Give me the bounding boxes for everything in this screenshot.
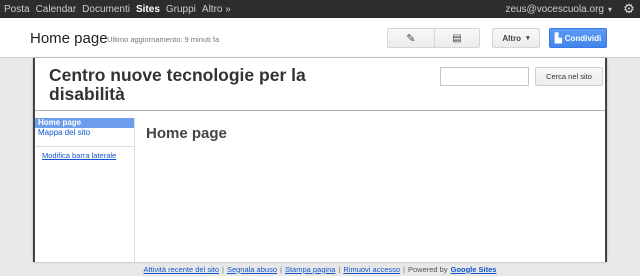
print-page-link[interactable]: Stampa pagina (285, 265, 335, 274)
gear-icon[interactable]: ⚙ (620, 0, 638, 18)
site-search-button[interactable]: Cerca nel sito (535, 67, 603, 86)
remove-access-link[interactable]: Rimuovi accesso (343, 265, 400, 274)
nav-sites[interactable]: Sites (136, 4, 160, 15)
google-bar: Posta Calendar Documenti Sites Gruppi Al… (0, 0, 640, 18)
recent-activity-link[interactable]: Attività recente del sito (144, 265, 219, 274)
sidebar-item-site-map[interactable]: Mappa del sito (35, 128, 134, 138)
user-menu-caret-icon[interactable]: ▾ (608, 5, 612, 14)
more-actions-button[interactable]: Altro ▾ (492, 28, 540, 48)
edit-page-button[interactable]: ✎ (387, 28, 435, 48)
nav-documenti[interactable]: Documenti (82, 4, 130, 15)
share-button[interactable]: ▙ Condividi (549, 28, 607, 48)
edit-sidebar-link[interactable]: Modifica barra laterale (35, 151, 134, 160)
new-page-button[interactable]: ▤ (435, 28, 480, 48)
nav-posta[interactable]: Posta (4, 4, 30, 15)
nav-altro[interactable]: Altro » (202, 4, 231, 15)
site-title[interactable]: Centro nuove tecnologie per la disabilit… (49, 66, 349, 104)
share-icon: ▙ (554, 32, 562, 43)
report-abuse-link[interactable]: Segnala abuso (227, 265, 277, 274)
chevron-down-icon: ▾ (526, 35, 530, 42)
footer: Attività recente del sito | Segnala abus… (143, 264, 497, 274)
sidebar: Home page Mappa del sito Modifica barra … (35, 118, 135, 262)
sidebar-divider (35, 146, 134, 147)
more-actions-label: Altro (502, 33, 522, 43)
last-updated-text: Ultimo aggiornamento: 9 minuti fa (107, 35, 220, 44)
header-divider (35, 110, 605, 111)
share-label: Condividi (564, 33, 602, 43)
content-heading: Home page (146, 125, 227, 142)
nav-calendar[interactable]: Calendar (36, 4, 77, 15)
pencil-icon: ✎ (406, 32, 416, 45)
sites-toolbar: Home page Ultimo aggiornamento: 9 minuti… (0, 18, 640, 58)
google-bar-nav: Posta Calendar Documenti Sites Gruppi Al… (0, 4, 237, 15)
page-title: Home page (30, 30, 108, 47)
powered-by-text: Powered by (408, 264, 448, 274)
sidebar-item-home[interactable]: Home page (35, 118, 134, 128)
new-page-icon: ▤ (452, 32, 462, 44)
site-page: Centro nuove tecnologie per la disabilit… (33, 58, 607, 262)
site-search-input[interactable] (440, 67, 529, 86)
google-sites-link[interactable]: Google Sites (451, 265, 497, 274)
user-account[interactable]: zeus@vocescuola.org (505, 4, 604, 15)
nav-gruppi[interactable]: Gruppi (166, 4, 196, 15)
